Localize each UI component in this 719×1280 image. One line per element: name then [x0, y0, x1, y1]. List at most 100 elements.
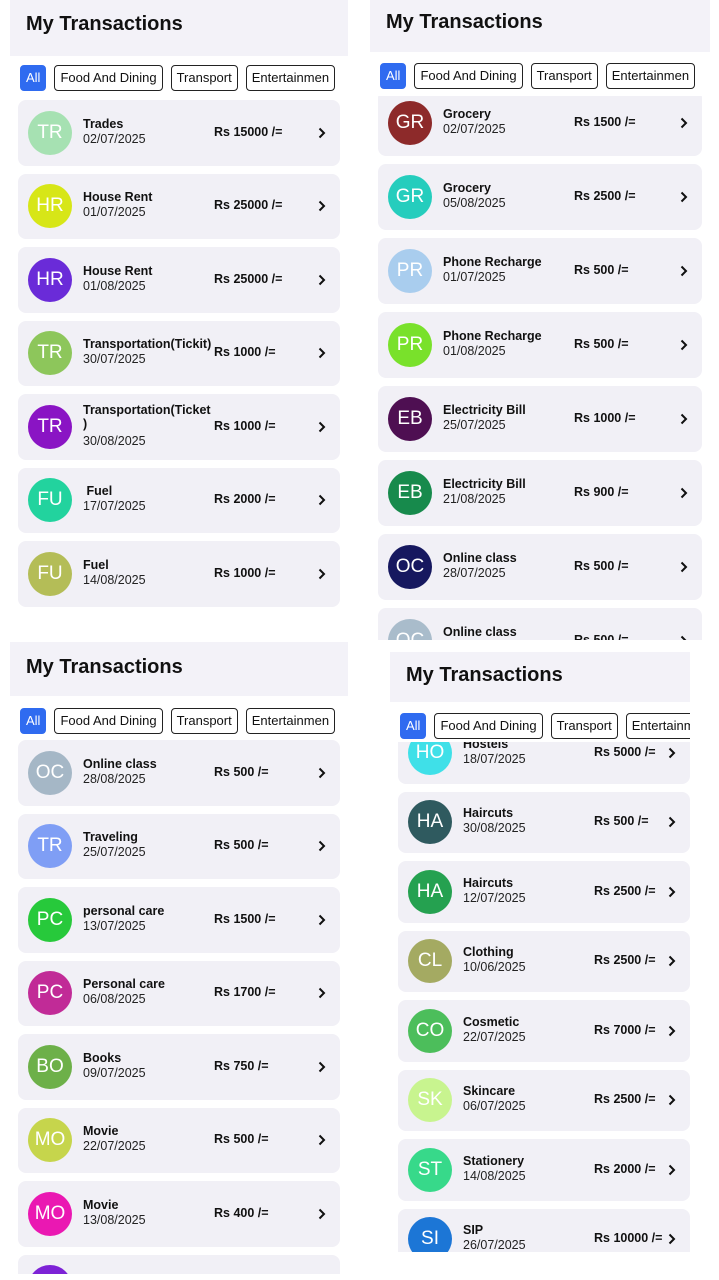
transaction-card[interactable]: HA Haircuts 30/08/2025 Rs 500 /= [398, 791, 690, 853]
chevron-right-icon[interactable] [666, 955, 678, 967]
transaction-card[interactable] [18, 1254, 340, 1274]
category-avatar: HA [408, 800, 452, 845]
transaction-card[interactable]: GR Grocery 02/07/2025 Rs 1500 /= [378, 96, 702, 156]
transaction-card[interactable]: PC Personal care 06/08/2025 Rs 1700 /= [18, 960, 340, 1026]
panel-bottom-left: My Transactions All Food And Dining Tran… [10, 642, 348, 1274]
transaction-card[interactable]: GR Grocery 05/08/2025 Rs 2500 /= [378, 164, 702, 230]
chip-all[interactable]: All [400, 713, 427, 739]
chevron-right-icon[interactable] [666, 816, 678, 828]
transaction-amount: Rs 2500 /= [574, 189, 636, 203]
transaction-card[interactable]: SK Skincare 06/07/2025 Rs 2500 /= [398, 1069, 690, 1131]
transaction-card[interactable]: HO Hostels 18/07/2025 Rs 5000 /= [398, 742, 690, 784]
chevron-right-icon[interactable] [666, 1233, 678, 1245]
transaction-card[interactable]: FU Fuel 14/08/2025 Rs 1000 /= [18, 541, 340, 607]
category-avatar: PR [388, 249, 432, 293]
page-title: My Transactions [26, 13, 183, 35]
transaction-name: Movie [83, 1124, 119, 1139]
chevron-right-icon[interactable] [316, 200, 328, 212]
chevron-right-icon[interactable] [666, 886, 678, 898]
transaction-card[interactable]: HR House Rent 01/07/2025 Rs 25000 /= [18, 173, 340, 239]
transaction-name: Haircuts [463, 806, 514, 821]
chevron-right-icon[interactable] [666, 747, 678, 759]
transaction-card[interactable]: BO Books 09/07/2025 Rs 750 /= [18, 1034, 340, 1100]
transaction-name: Haircuts [463, 875, 514, 890]
chevron-right-icon[interactable] [678, 191, 690, 203]
transaction-date: 25/07/2025 [443, 418, 506, 432]
chevron-right-icon[interactable] [316, 987, 328, 999]
transaction-card[interactable]: TR Traveling 25/07/2025 Rs 500 /= [18, 813, 340, 879]
category-avatar: FU [28, 478, 72, 523]
chip-transport[interactable]: Transport [170, 708, 238, 734]
chevron-right-icon[interactable] [316, 767, 328, 779]
transaction-card[interactable]: ST Stationery 14/08/2025 Rs 2000 /= [398, 1139, 690, 1201]
chip-food-and-dining[interactable]: Food And Dining [434, 713, 543, 739]
chip-food-and-dining[interactable]: Food And Dining [414, 63, 523, 89]
chevron-right-icon[interactable] [316, 1134, 328, 1146]
transaction-name: Phone Recharge [443, 329, 542, 343]
chevron-right-icon[interactable] [316, 1061, 328, 1073]
transaction-card[interactable]: PR Phone Recharge 01/07/2025 Rs 500 /= [378, 238, 702, 304]
transaction-card[interactable]: HA Haircuts 12/07/2025 Rs 2500 /= [398, 861, 690, 923]
chevron-right-icon[interactable] [316, 421, 328, 433]
transaction-card[interactable]: CO Cosmetic 22/07/2025 Rs 7000 /= [398, 1000, 690, 1062]
transaction-card[interactable]: TR Transportation(Tickit) 30/07/2025 Rs 100… [18, 320, 340, 386]
chevron-right-icon[interactable] [678, 339, 690, 351]
transaction-date: 01/08/2025 [83, 278, 146, 293]
transaction-card[interactable]: EB Electricity Bill 25/07/2025 Rs 1000 /= [378, 386, 702, 452]
chip-all[interactable]: All [20, 65, 47, 91]
transaction-card[interactable]: OC Online class 28/07/2025 Rs 500 /= [378, 534, 702, 600]
transaction-amount: Rs 750 /= [214, 1058, 269, 1073]
category-avatar: MO [28, 1191, 72, 1236]
chevron-right-icon[interactable] [316, 840, 328, 852]
chip-all[interactable]: All [380, 63, 407, 89]
chevron-right-icon[interactable] [666, 1025, 678, 1037]
chip-food-and-dining[interactable]: Food And Dining [54, 65, 163, 91]
chip-transport[interactable]: Transport [550, 713, 618, 739]
transaction-card[interactable]: TR Transportation(Ticket ) 30/08/2025 Rs 10… [18, 394, 340, 460]
transaction-card[interactable]: TR Trades 02/07/2025 Rs 15000 /= [18, 100, 340, 166]
transaction-card[interactable]: OC Online class Rs 500 /= [378, 608, 702, 640]
transaction-card[interactable]: SI SIP 26/07/2025 Rs 10000 /= [398, 1208, 690, 1252]
chevron-right-icon[interactable] [316, 1208, 328, 1220]
chevron-right-icon[interactable] [316, 568, 328, 580]
transaction-card[interactable]: EB Electricity Bill 21/08/2025 Rs 900 /= [378, 460, 702, 526]
transaction-card[interactable]: MO Movie 22/07/2025 Rs 500 /= [18, 1107, 340, 1173]
chip-entertainment[interactable]: Entertainmen [245, 708, 336, 734]
chip-entertainment[interactable]: Entertainm [625, 713, 690, 739]
chip-transport[interactable]: Transport [170, 65, 238, 91]
chevron-right-icon[interactable] [316, 914, 328, 926]
chevron-right-icon[interactable] [678, 561, 690, 573]
chip-food-and-dining[interactable]: Food And Dining [54, 708, 163, 734]
transaction-date: 22/07/2025 [83, 1139, 146, 1154]
chevron-right-icon[interactable] [316, 274, 328, 286]
transaction-amount: Rs 400 /= [214, 1205, 269, 1220]
chevron-right-icon[interactable] [666, 1094, 678, 1106]
panel-top-left: My Transactions All Food And Dining Tran… [10, 0, 348, 610]
chevron-right-icon[interactable] [316, 347, 328, 359]
chip-entertainment[interactable]: Entertainmen [245, 65, 336, 91]
transaction-name: Cosmetic [463, 1014, 520, 1029]
transaction-card[interactable]: OC Online class 28/08/2025 Rs 500 /= [18, 740, 340, 806]
transaction-name: Grocery [443, 107, 491, 121]
transaction-card[interactable]: PC personal care 13/07/2025 Rs 1500 /= [18, 887, 340, 953]
panel-top-right: My Transactions All Food And Dining Tran… [370, 0, 710, 640]
chevron-right-icon[interactable] [678, 413, 690, 425]
chip-entertainment[interactable]: Entertainmen [605, 63, 696, 89]
chip-transport[interactable]: Transport [530, 63, 598, 89]
chevron-right-icon[interactable] [678, 117, 690, 129]
transaction-card[interactable]: CL Clothing 10/06/2025 Rs 2500 /= [398, 930, 690, 992]
transaction-card[interactable]: PR Phone Recharge 01/08/2025 Rs 500 /= [378, 312, 702, 378]
transaction-amount: Rs 1000 /= [574, 411, 636, 425]
transaction-card[interactable]: FU Fuel 17/07/2025 Rs 2000 /= [18, 467, 340, 533]
chevron-right-icon[interactable] [666, 1164, 678, 1176]
transaction-amount: Rs 900 /= [574, 485, 629, 499]
transaction-amount: Rs 1500 /= [214, 911, 276, 926]
transaction-card[interactable]: HR House Rent 01/08/2025 Rs 25000 /= [18, 247, 340, 313]
chevron-right-icon[interactable] [316, 494, 328, 506]
chip-all[interactable]: All [20, 708, 47, 734]
chevron-right-icon[interactable] [316, 127, 328, 139]
chevron-right-icon[interactable] [678, 265, 690, 277]
chevron-right-icon[interactable] [678, 635, 690, 640]
transaction-card[interactable]: MO Movie 13/08/2025 Rs 400 /= [18, 1181, 340, 1247]
chevron-right-icon[interactable] [678, 487, 690, 499]
